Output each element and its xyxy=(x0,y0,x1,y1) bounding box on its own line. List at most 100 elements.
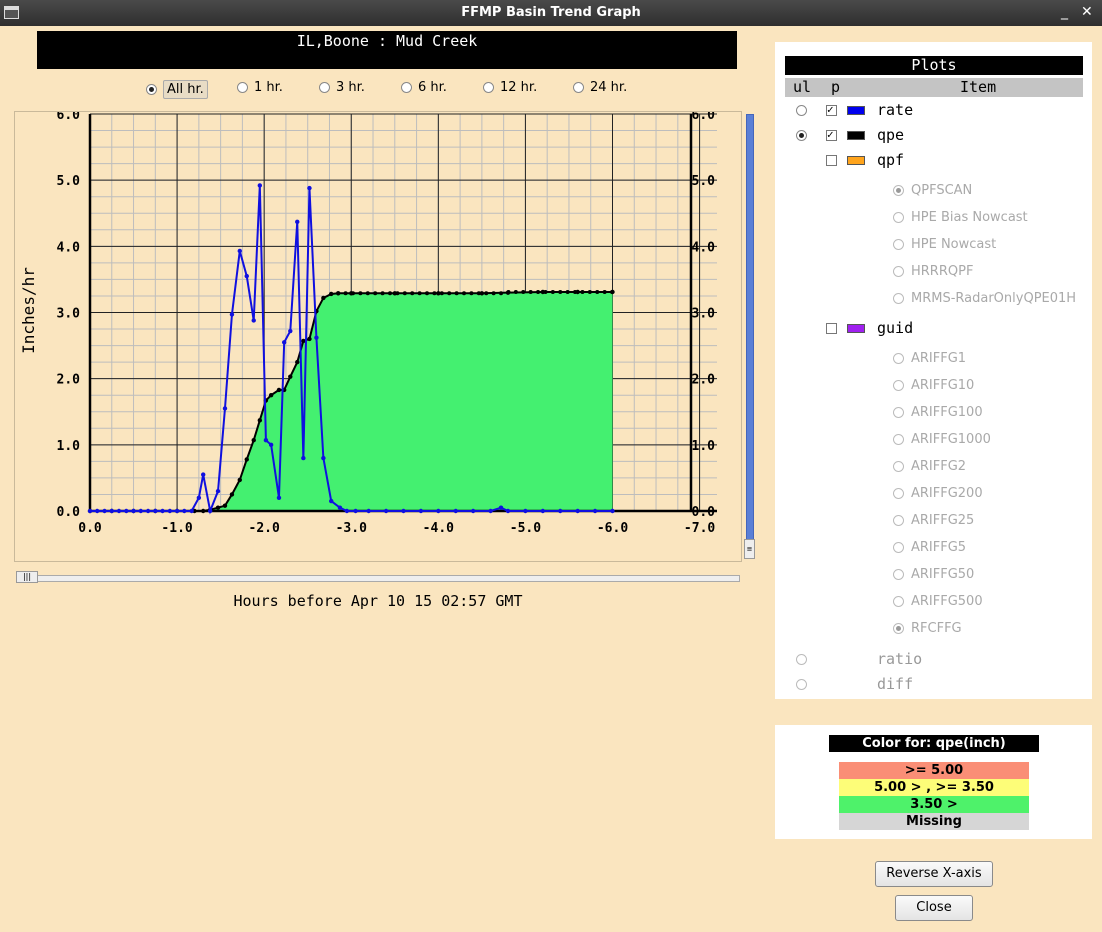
plot-checkbox-qpf[interactable] xyxy=(826,155,837,166)
radio-icon xyxy=(893,211,904,223)
x-tick-label: -5.0 xyxy=(510,521,541,536)
radio-icon xyxy=(893,379,904,391)
plot-checkbox-qpe[interactable] xyxy=(826,128,837,142)
scrollbar-thumb[interactable]: ||| xyxy=(16,571,38,583)
rate-data-point xyxy=(153,508,158,514)
range-6hr-radio[interactable]: 6 hr. xyxy=(401,80,447,95)
guid-source-radio[interactable]: ARIFFG200 xyxy=(893,483,983,503)
guid-source-radio[interactable]: ARIFFG25 xyxy=(893,510,974,530)
color-swatch-qpf xyxy=(847,156,865,165)
reverse-x-axis-button[interactable]: Reverse X-axis xyxy=(875,861,993,887)
y-tick-label-right: 2.0 xyxy=(692,373,716,388)
close-button[interactable]: Close xyxy=(895,895,973,921)
radio-icon xyxy=(893,406,904,418)
guid-source-radio[interactable]: ARIFFG100 xyxy=(893,402,983,422)
rate-data-point xyxy=(301,455,306,461)
ul-radio-diff[interactable] xyxy=(796,679,807,690)
ul-radio-ratio[interactable] xyxy=(796,654,807,665)
qpe-data-point xyxy=(295,359,300,365)
guid-source-radio[interactable]: RFCFFG xyxy=(893,618,962,638)
source-label: ARIFFG2 xyxy=(911,458,967,474)
close-window-button[interactable]: ✕ xyxy=(1081,4,1093,20)
qpf-source-radio[interactable]: QPFSCAN xyxy=(893,180,972,200)
range-1hr-radio[interactable]: 1 hr. xyxy=(237,80,283,95)
qpe-data-point xyxy=(365,291,370,296)
guid-source-radio[interactable]: ARIFFG50 xyxy=(893,564,974,584)
source-label: ARIFFG1000 xyxy=(911,431,991,447)
rate-data-point xyxy=(488,508,493,514)
color-legend-row: 3.50 > xyxy=(839,796,1029,813)
scrollbar-thumb[interactable]: ≡ xyxy=(744,539,755,559)
rate-data-point xyxy=(344,508,350,514)
plot-checkbox-guid[interactable] xyxy=(826,323,837,334)
qpf-source-radio[interactable]: HPE Bias Nowcast xyxy=(893,207,1028,227)
guid-source-radio[interactable]: ARIFFG5 xyxy=(893,537,966,557)
qpe-data-point xyxy=(215,505,221,510)
range-all-radio[interactable]: All hr. xyxy=(146,80,208,99)
guid-source-radio[interactable]: ARIFFG1000 xyxy=(893,429,991,449)
rate-data-point xyxy=(207,508,213,514)
rate-data-point xyxy=(288,328,293,334)
plot-label-ratio: ratio xyxy=(877,650,923,668)
rate-data-point xyxy=(160,508,165,514)
qpf-source-radio[interactable]: HPE Nowcast xyxy=(893,234,996,254)
rate-data-point xyxy=(201,472,206,477)
range-label: All hr. xyxy=(163,80,208,99)
qpe-data-point xyxy=(268,393,274,398)
rate-data-point xyxy=(268,442,274,448)
rate-data-point xyxy=(307,185,312,191)
y-tick-label-left: 1.0 xyxy=(57,439,81,454)
rate-data-point xyxy=(453,508,458,514)
qpe-data-point xyxy=(336,291,341,296)
qpe-data-point xyxy=(491,291,496,296)
ul-radio-qpe[interactable] xyxy=(796,130,807,141)
minimize-button[interactable]: _ xyxy=(1061,4,1068,20)
range-12hr-radio[interactable]: 12 hr. xyxy=(483,80,537,95)
radio-icon xyxy=(893,433,904,445)
guid-source-radio[interactable]: ARIFFG2 xyxy=(893,456,966,476)
rate-data-point xyxy=(276,495,282,500)
guid-source-radio[interactable]: ARIFFG10 xyxy=(893,375,974,395)
radio-icon xyxy=(146,84,157,95)
qpe-data-point xyxy=(343,291,348,296)
rate-data-point xyxy=(102,508,107,514)
qpf-source-radio[interactable]: MRMS-RadarOnlyQPE01H xyxy=(893,288,1076,308)
qpe-data-point xyxy=(237,477,242,483)
color-swatch-rate xyxy=(847,106,865,115)
range-3hr-radio[interactable]: 3 hr. xyxy=(319,80,365,95)
guid-source-radio[interactable]: ARIFFG500 xyxy=(893,591,983,611)
guid-source-radio[interactable]: ARIFFG1 xyxy=(893,348,966,368)
scrollbar-track xyxy=(746,114,754,546)
rate-data-point xyxy=(87,508,93,514)
qpe-data-point xyxy=(528,289,533,294)
source-label: QPFSCAN xyxy=(911,182,973,198)
y-tick-label-right: 1.0 xyxy=(692,439,716,454)
rate-data-point xyxy=(222,406,228,411)
rate-data-point xyxy=(436,508,441,514)
rate-data-point xyxy=(257,183,263,188)
rate-data-point xyxy=(366,508,371,514)
range-24hr-radio[interactable]: 24 hr. xyxy=(573,80,627,95)
chart-horizontal-scrollbar[interactable]: ||| xyxy=(14,569,740,585)
qpe-data-point xyxy=(610,289,615,294)
source-label: ARIFFG10 xyxy=(911,377,975,393)
scrollbar-track xyxy=(16,575,740,582)
radio-icon xyxy=(893,292,904,304)
ul-radio-rate[interactable] xyxy=(796,105,807,116)
rate-data-point xyxy=(174,508,180,514)
color-swatch-qpe xyxy=(847,131,865,140)
radio-icon xyxy=(483,82,494,93)
plot-label-guid: guid xyxy=(877,319,914,337)
qpf-source-radio[interactable]: HRRRQPF xyxy=(893,261,973,281)
qpe-data-point xyxy=(469,291,474,296)
range-label: 6 hr. xyxy=(418,80,447,95)
x-tick-label: 0.0 xyxy=(78,521,102,536)
plot-checkbox-rate[interactable] xyxy=(826,103,837,117)
chart-vertical-scrollbar[interactable]: ≡ xyxy=(743,111,757,562)
radio-icon xyxy=(573,82,584,93)
qpe-data-point xyxy=(395,291,400,296)
color-legend-row: >= 5.00 xyxy=(839,762,1029,779)
plot-label-diff: diff xyxy=(877,675,914,693)
qpe-data-point xyxy=(402,291,407,296)
trend-chart: 0.0 0.01.0 1.02.0 2.03.0 3.04.0 4.05.0 5.06.0 6… xyxy=(19,108,717,536)
